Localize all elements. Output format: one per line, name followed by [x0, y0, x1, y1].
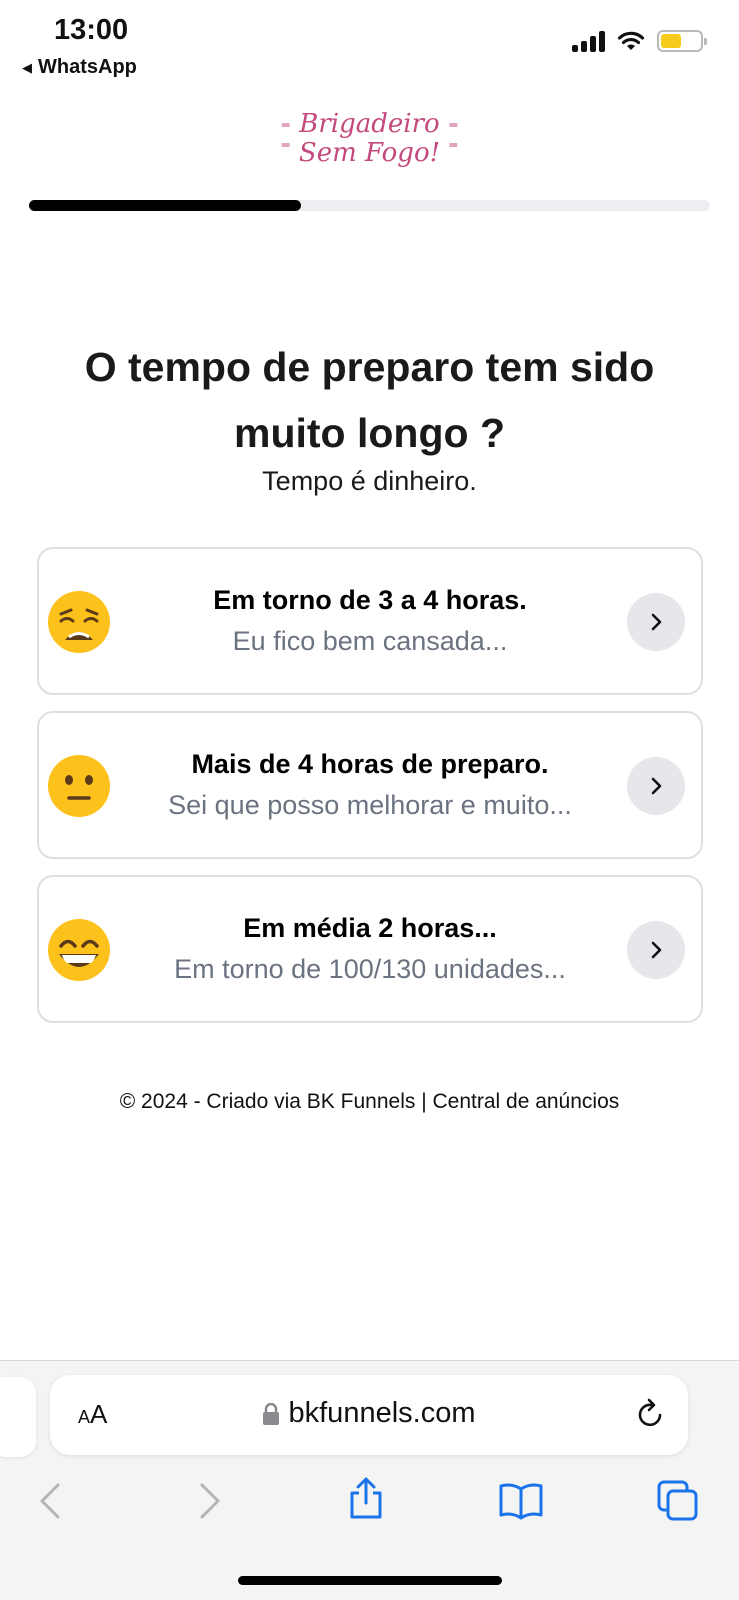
option-title: Mais de 4 horas de preparo. [191, 749, 549, 779]
answer-option-3[interactable]: Em média 2 horas... Em torno de 100/130 … [37, 875, 703, 1023]
option-description: Em torno de 100/130 unidades... [174, 954, 566, 984]
neutral-face-icon [48, 755, 110, 817]
question-subtitle: Tempo é dinheiro. [262, 466, 477, 496]
home-indicator [238, 1576, 502, 1585]
lock-icon [262, 1402, 279, 1425]
back-to-app-link[interactable]: ◀ WhatsApp [22, 56, 137, 79]
logo-rays-left-icon: ⁼ ⁼ [280, 118, 291, 160]
option-description: Eu fico bem cansada... [232, 626, 508, 656]
battery-icon [657, 30, 707, 52]
status-indicators [572, 30, 707, 52]
status-time: 13:00 [54, 14, 129, 46]
reload-icon[interactable] [636, 1397, 666, 1429]
bookmarks-icon[interactable] [498, 1481, 544, 1521]
wifi-icon [617, 31, 645, 50]
logo-line-2: Sem Fogo! [298, 138, 441, 168]
tabs-icon[interactable] [656, 1479, 700, 1523]
browser-toolbar: AA bkfunnels.com [0, 1360, 739, 1600]
cellular-signal-icon [572, 30, 605, 52]
back-app-label: WhatsApp [38, 56, 137, 78]
forward-arrow-icon[interactable] [198, 1481, 222, 1521]
weary-face-icon [48, 591, 110, 653]
back-triangle-icon: ◀ [22, 59, 32, 75]
share-icon[interactable] [346, 1475, 386, 1521]
chevron-right-icon[interactable] [627, 593, 685, 651]
option-title: Em média 2 horas... [243, 913, 497, 943]
option-title: Em torno de 3 a 4 horas. [213, 585, 527, 615]
url-text[interactable]: bkfunnels.com [289, 1397, 476, 1430]
answer-option-1[interactable]: Em torno de 3 a 4 horas. Eu fico bem can… [37, 547, 703, 695]
grinning-face-icon [48, 919, 110, 981]
previous-tab-preview[interactable] [0, 1377, 36, 1457]
option-description: Sei que posso melhorar e muito... [168, 790, 572, 820]
logo-rays-right-icon: ⁼ ⁼ [448, 118, 459, 160]
question-title: O tempo de preparo tem sido muito longo … [84, 344, 655, 456]
chevron-right-icon[interactable] [627, 921, 685, 979]
logo-line-1: Brigadeiro [299, 109, 440, 139]
quiz-progress-fill [29, 200, 302, 211]
page-footer[interactable]: © 2024 - Criado via BK Funnels | Central… [0, 1090, 739, 1114]
brand-logo: ⁼ ⁼ Brigadeiro Sem Fogo! ⁼ ⁼ [0, 110, 739, 168]
back-arrow-icon[interactable] [38, 1481, 62, 1521]
answer-option-2[interactable]: Mais de 4 horas de preparo. Sei que poss… [37, 711, 703, 859]
chevron-right-icon[interactable] [627, 757, 685, 815]
address-bar[interactable]: AA bkfunnels.com [50, 1375, 688, 1455]
quiz-progress-bar [29, 200, 710, 211]
